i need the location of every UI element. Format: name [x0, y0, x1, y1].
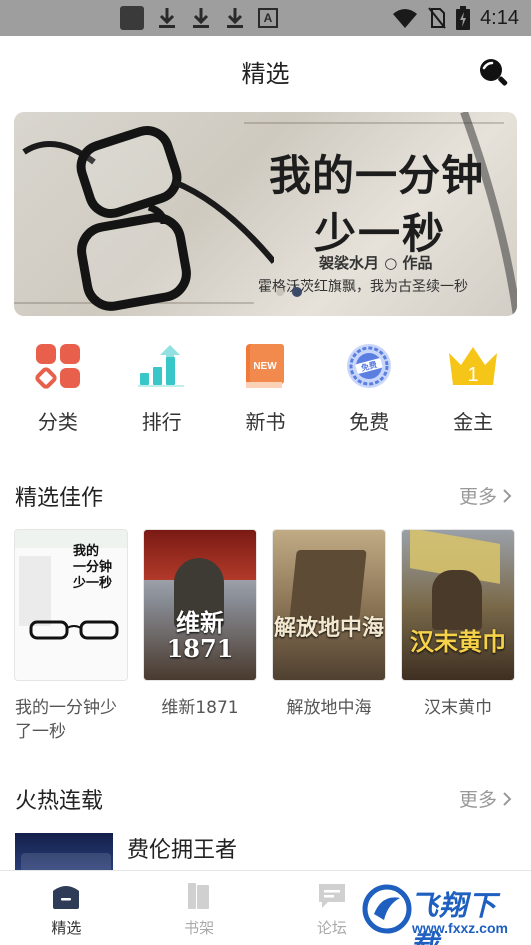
book-card[interactable]: 维新 1871 维新1871 [144, 530, 256, 744]
download-icon [156, 6, 178, 30]
tab-label: 精选 [51, 919, 82, 937]
category-nav: 分类 排行 NEW 新书 免费 免费 1 金主 [0, 340, 531, 440]
status-bar: A 4:14 [0, 0, 531, 36]
notification-app-icon [120, 6, 144, 30]
book-card[interactable]: 解放地中海 解放地中海 [273, 530, 385, 744]
tab-label: 书架 [184, 919, 215, 937]
bookshelf-icon [188, 883, 210, 909]
glasses-illustration [29, 620, 119, 640]
chat-bubble-icon [318, 884, 345, 908]
cover-text: 汉末黄巾 [410, 627, 506, 656]
carousel-indicator[interactable] [276, 287, 302, 297]
svg-text:NEW: NEW [254, 361, 278, 372]
book-cover: 维新 1871 [144, 530, 256, 680]
watermark: 飞翔下载 www.fxxz.com [362, 884, 522, 945]
promo-banner[interactable]: 我的一分钟 少一秒 袈裟水月 ○ 作品 霍格沃茨红旗飘，我为古圣续一秒 [14, 112, 517, 316]
more-label: 更多 [458, 789, 497, 811]
featured-section-header: 精选佳作 更多 [0, 480, 531, 520]
chevron-right-icon [503, 488, 512, 503]
book-cover: 我的 一分钟 少一秒 [15, 530, 127, 680]
book-cover: 解放地中海 [273, 530, 385, 680]
category-grid-icon [35, 344, 80, 389]
book-card[interactable]: 汉末黄巾 汉末黄巾 [402, 530, 514, 744]
hot-section-header: 火热连载 更多 [0, 783, 531, 823]
status-time: 4:14 [480, 6, 519, 29]
category-item-patron[interactable]: 1 金主 [428, 340, 518, 440]
banner-headline-line1: 我的一分钟 [269, 151, 485, 200]
tab-bookshelf[interactable]: 书架 [133, 871, 266, 945]
crown-icon: 1 [449, 347, 498, 386]
list-item[interactable]: 费伦拥王者 [15, 830, 515, 873]
book-cover: 汉末黄巾 [402, 530, 514, 680]
a-icon: A [258, 8, 278, 28]
page-title: 精选 [241, 60, 290, 88]
app-header: 精选 [0, 36, 531, 106]
featured-tab-icon [53, 886, 80, 909]
category-label: 免费 [349, 410, 390, 434]
new-book-icon: NEW [246, 344, 285, 388]
cover-text: 解放地中海 [273, 615, 384, 641]
category-label: 金主 [453, 410, 494, 434]
search-button[interactable] [477, 56, 509, 88]
section-title: 火热连载 [15, 789, 104, 814]
category-label: 新书 [245, 410, 286, 434]
hot-more-link[interactable]: 更多 [459, 785, 513, 812]
battery-charging-icon [456, 6, 471, 30]
book-title: 我的一分钟少了一秒 [15, 698, 117, 742]
category-item-classify[interactable]: 分类 [13, 340, 103, 440]
book-cover [15, 833, 113, 873]
svg-text:1: 1 [468, 364, 479, 386]
book-title: 维新1871 [161, 698, 239, 718]
book-title: 费伦拥王者 [127, 838, 238, 863]
carousel-dot[interactable] [276, 288, 284, 296]
watermark-url: www.fxxz.com [412, 920, 508, 936]
watermark-logo [362, 884, 412, 934]
search-icon [480, 59, 508, 86]
free-badge-icon: 免费 [347, 344, 392, 388]
carousel-dot-active[interactable] [292, 287, 302, 297]
featured-book-list: 我的 一分钟 少一秒 我的一分钟少了一秒 维新 1871 维新1871 解放地中海 解… [15, 530, 525, 744]
no-sim-icon [428, 7, 446, 29]
ranking-bars-icon [137, 345, 184, 387]
book-card[interactable]: 我的 一分钟 少一秒 我的一分钟少了一秒 [15, 530, 127, 744]
category-label: 排行 [141, 410, 182, 434]
download-icon [190, 6, 212, 30]
glasses-illustration [22, 126, 274, 311]
more-label: 更多 [458, 486, 497, 508]
book-title: 解放地中海 [286, 698, 372, 718]
featured-more-link[interactable]: 更多 [459, 482, 513, 509]
tab-featured[interactable]: 精选 [0, 871, 133, 945]
category-item-ranking[interactable]: 排行 [117, 340, 207, 440]
section-title: 精选佳作 [15, 486, 104, 511]
banner-author: 袈裟水月 ○ 作品 [319, 254, 433, 272]
book-title: 汉末黄巾 [424, 698, 492, 718]
category-label: 分类 [37, 410, 78, 434]
cover-text: 维新 1871 [166, 608, 234, 663]
wifi-icon [393, 9, 418, 28]
tab-label: 论坛 [316, 919, 347, 937]
category-item-free[interactable]: 免费 免费 [324, 340, 414, 440]
chevron-right-icon [503, 791, 512, 806]
cover-text: 我的 一分钟 少一秒 [73, 544, 113, 591]
download-icon [224, 6, 246, 30]
category-item-new-book[interactable]: NEW 新书 [220, 340, 310, 440]
